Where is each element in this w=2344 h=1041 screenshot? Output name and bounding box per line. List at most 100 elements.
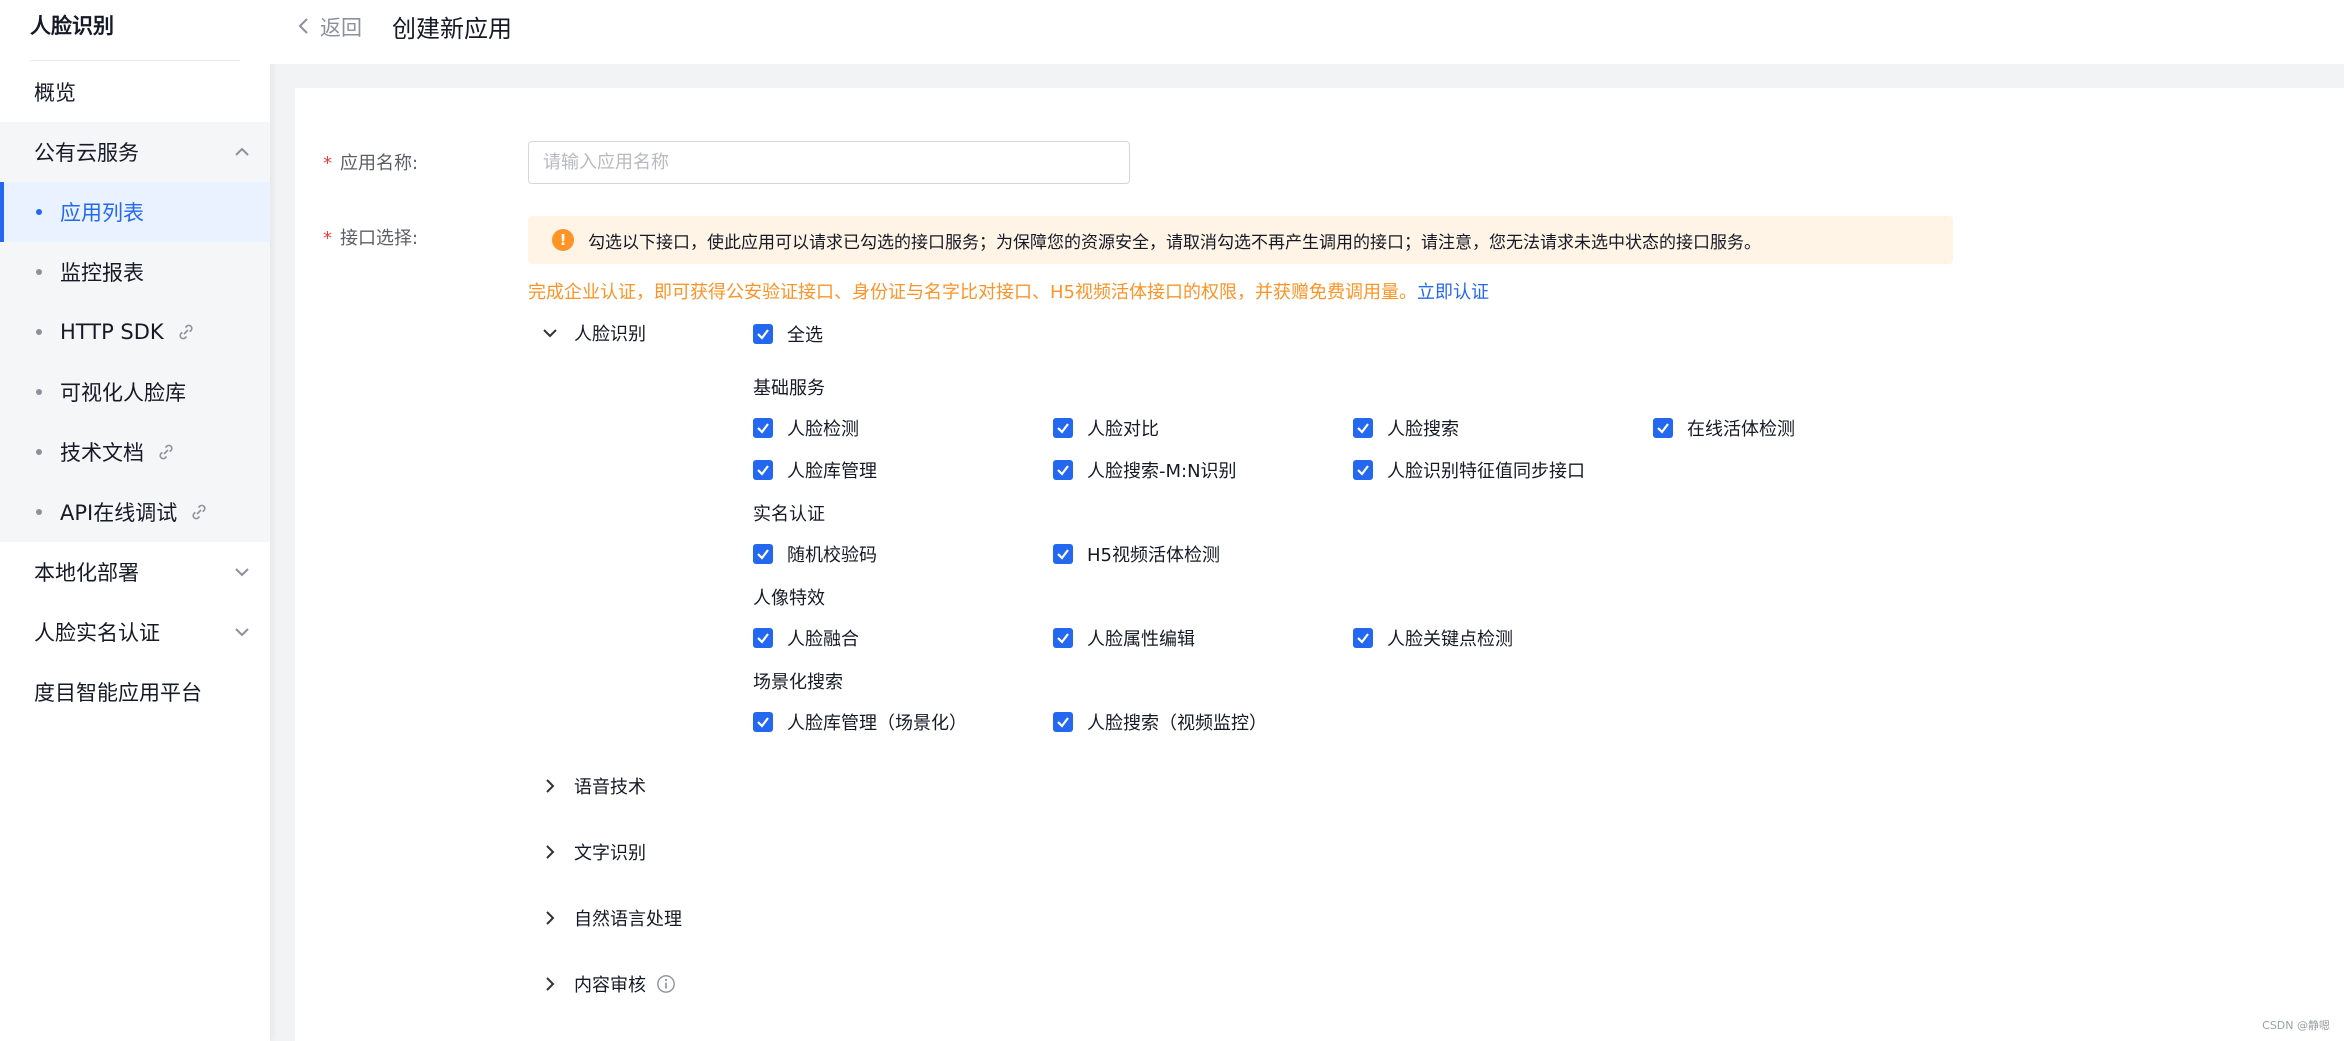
chevron-up-icon (235, 147, 249, 156)
checkbox-checked-icon (753, 628, 773, 648)
back-link[interactable]: 返回 (320, 12, 362, 42)
checkbox-checked-icon (1053, 544, 1073, 564)
category-face-recognition[interactable]: 人脸识别 (540, 320, 646, 346)
category-label: 内容审核 (574, 975, 646, 996)
checkbox-checked-icon (753, 418, 773, 438)
sidebar-item-public-cloud[interactable]: 公有云服务 (0, 122, 270, 182)
sidebar-item-label: 可视化人脸库 (60, 381, 186, 405)
page-header: 返回 创建新应用 (270, 0, 2344, 64)
checkbox-api[interactable]: 随机校验码 (753, 541, 877, 567)
group-title-basic: 基础服务 (753, 378, 825, 399)
group-title-scenario-search: 场景化搜索 (753, 672, 843, 693)
checkbox-checked-icon (1053, 712, 1073, 732)
info-icon[interactable] (656, 974, 676, 994)
watermark: CSDN @静嗯 (2262, 1019, 2330, 1032)
sidebar-item-label: 度目智能应用平台 (34, 681, 202, 705)
chevron-right-icon (546, 779, 555, 793)
checkbox-api[interactable]: 人脸库管理（场景化） (753, 709, 967, 735)
sidebar-item-label: 监控报表 (60, 261, 144, 285)
checkbox-api[interactable]: 人脸融合 (753, 625, 859, 651)
sidebar-item-label: 公有云服务 (34, 141, 139, 165)
checkbox-checked-icon (1353, 460, 1373, 480)
checkbox-checked-icon (1053, 418, 1073, 438)
chevron-down-icon (543, 329, 557, 338)
category-ocr[interactable]: 文字识别 (540, 839, 646, 865)
category-label: 语音技术 (574, 777, 646, 798)
category-nlp[interactable]: 自然语言处理 (540, 905, 682, 931)
required-mark: * (323, 228, 332, 249)
checkbox-api[interactable]: 人脸识别特征值同步接口 (1353, 457, 1585, 483)
link-icon (179, 324, 193, 340)
dot-icon (36, 389, 42, 395)
chevron-right-icon (546, 911, 555, 925)
checkbox-api[interactable]: H5视频活体检测 (1053, 541, 1220, 567)
checkbox-api[interactable]: 人脸搜索-M:N识别 (1053, 457, 1237, 483)
dot-icon (36, 509, 42, 515)
required-mark: * (323, 153, 332, 174)
checkbox-select-all[interactable]: 全选 (753, 321, 823, 347)
sidebar: 人脸识别 概览 公有云服务 应用列表 监控报表 HTTP SDK 可视化人脸库 … (0, 0, 270, 1041)
warning-icon: ! (552, 229, 574, 251)
checkbox-api[interactable]: 人脸对比 (1053, 415, 1159, 441)
category-label: 文字识别 (574, 843, 646, 864)
checkbox-checked-icon (753, 460, 773, 480)
sidebar-title: 人脸识别 (30, 14, 114, 38)
chevron-left-icon[interactable] (294, 14, 314, 38)
link-icon (159, 444, 173, 460)
category-speech[interactable]: 语音技术 (540, 773, 646, 799)
checkbox-checked-icon (753, 544, 773, 564)
page-title: 创建新应用 (392, 15, 512, 43)
category-label: 自然语言处理 (574, 909, 682, 930)
sidebar-item-monitor-report[interactable]: 监控报表 (0, 242, 270, 302)
checkbox-api[interactable]: 人脸搜索（视频监控） (1053, 709, 1267, 735)
checkbox-api[interactable]: 人脸检测 (753, 415, 859, 441)
sidebar-item-realname[interactable]: 人脸实名认证 (0, 602, 270, 662)
checkbox-checked-icon (1653, 418, 1673, 438)
sidebar-item-http-sdk[interactable]: HTTP SDK (0, 302, 270, 362)
sidebar-item-label: HTTP SDK (60, 320, 164, 344)
notice-text: 勾选以下接口，使此应用可以请求已勾选的接口服务；为保障您的资源安全，请取消勾选不… (588, 232, 1761, 253)
group-title-portrait-effects: 人像特效 (753, 588, 825, 609)
sidebar-item-app-list[interactable]: 应用列表 (0, 182, 270, 242)
sidebar-item-visual-face-db[interactable]: 可视化人脸库 (0, 362, 270, 422)
chevron-down-icon (235, 628, 249, 637)
sidebar-divider (30, 60, 240, 61)
checkbox-checked-icon (1053, 628, 1073, 648)
sidebar-item-label: 技术文档 (60, 441, 144, 465)
notice-banner: ! 勾选以下接口，使此应用可以请求已勾选的接口服务；为保障您的资源安全，请取消勾… (528, 216, 1953, 264)
checkbox-checked-icon (753, 324, 773, 344)
sidebar-item-tech-docs[interactable]: 技术文档 (0, 422, 270, 482)
certification-tip: 完成企业认证，即可获得公安验证接口、身份证与名字比对接口、H5视频活体接口的权限… (528, 282, 1489, 303)
checkbox-api[interactable]: 人脸关键点检测 (1353, 625, 1513, 651)
create-app-form: *应用名称: *接口选择: ! 勾选以下接口，使此应用可以请求已勾选的接口服务；… (295, 88, 2344, 1041)
checkbox-checked-icon (1353, 418, 1373, 438)
sidebar-item-platform[interactable]: 度目智能应用平台 (0, 662, 270, 722)
dot-icon (36, 209, 42, 215)
sidebar-item-overview[interactable]: 概览 (0, 62, 270, 122)
app-name-label: * 应用名称: (323, 153, 419, 174)
dot-icon (36, 449, 42, 455)
checkbox-api[interactable]: 人脸属性编辑 (1053, 625, 1195, 651)
chevron-right-icon (546, 845, 555, 859)
dot-icon (36, 329, 42, 335)
checkbox-api[interactable]: 人脸库管理 (753, 457, 877, 483)
sidebar-item-label: 应用列表 (60, 201, 144, 225)
checkbox-api[interactable]: 在线活体检测 (1653, 415, 1795, 441)
checkbox-api[interactable]: 人脸搜索 (1353, 415, 1459, 441)
checkbox-checked-icon (753, 712, 773, 732)
link-icon (192, 504, 206, 520)
checkbox-checked-icon (1053, 460, 1073, 480)
app-name-input[interactable] (528, 141, 1130, 184)
chevron-right-icon (546, 977, 555, 991)
sidebar-item-api-debug[interactable]: API在线调试 (0, 482, 270, 542)
sidebar-item-label: API在线调试 (60, 501, 178, 525)
certify-now-link[interactable]: 立即认证 (1417, 282, 1489, 303)
checkbox-checked-icon (1353, 628, 1373, 648)
category-label: 人脸识别 (574, 324, 646, 345)
sidebar-item-local-deploy[interactable]: 本地化部署 (0, 542, 270, 602)
sidebar-item-label: 概览 (34, 81, 76, 105)
group-title-realname: 实名认证 (753, 504, 825, 525)
category-content-audit[interactable]: 内容审核 (540, 971, 690, 997)
sidebar-item-label: 人脸实名认证 (34, 621, 160, 645)
sidebar-item-label: 本地化部署 (34, 561, 139, 585)
